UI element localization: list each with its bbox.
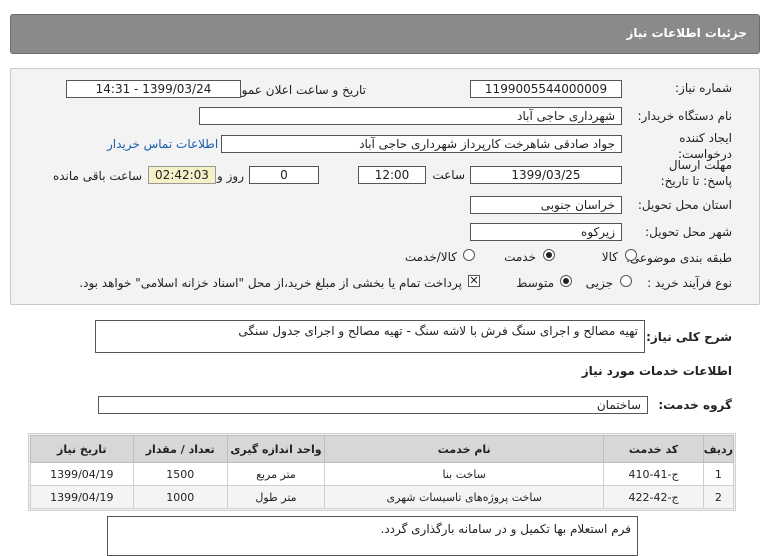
category-radio-goods-service[interactable]: [463, 249, 475, 261]
process-label: نوع فرآیند خرید :: [647, 276, 732, 290]
column-header-code: کد خدمت: [603, 435, 704, 463]
city-field[interactable]: زیرکوه: [470, 223, 622, 241]
category-option-goods: کالا: [601, 250, 618, 264]
need-number-label: شماره نیاز:: [675, 81, 732, 95]
announce-field[interactable]: 1399/03/24 - 14:31: [66, 80, 241, 98]
row-number: 2: [702, 485, 735, 509]
time-label: ساعت: [432, 168, 465, 182]
process-radio-minor[interactable]: [620, 275, 632, 287]
remaining-time-field: 02:42:03: [148, 166, 216, 184]
days-label: روز و: [217, 169, 244, 183]
service-date: 1399/04/19: [30, 485, 134, 509]
announce-label: تاریخ و ساعت اعلان عمومی:: [221, 83, 366, 97]
remaining-label: ساعت باقی مانده: [52, 169, 142, 183]
days-field[interactable]: 0: [249, 166, 319, 184]
buyer-contact-link[interactable]: اطلاعات تماس خریدار: [107, 137, 218, 151]
city-label: شهر محل تحویل:: [645, 225, 732, 239]
process-option-medium: متوسط: [516, 276, 554, 290]
deadline-time-field[interactable]: 12:00: [358, 166, 426, 184]
service-group-field[interactable]: ساختمان: [98, 396, 648, 414]
province-field[interactable]: خراسان جنوبی: [470, 196, 622, 214]
treasury-checkbox[interactable]: ✕: [468, 275, 480, 287]
need-number-field[interactable]: 1199005544000009: [470, 80, 622, 98]
column-header-qty: تعداد / مقدار: [132, 435, 228, 463]
payment-note: پرداخت تمام یا بخشی از مبلغ خرید،از محل …: [79, 276, 462, 290]
deadline-label: مهلت ارسال پاسخ: تا تاریخ:: [660, 158, 732, 188]
table-row: 1 ج-41-410 ساخت بنا متر مربع 1500 1399/0…: [30, 462, 735, 486]
column-header-unit: واحد اندازه گیری: [226, 435, 326, 463]
service-name: ساخت پروژه‌های تاسیسات شهری: [324, 485, 605, 509]
service-group-label: گروه خدمت:: [658, 398, 732, 412]
description-field[interactable]: تهیه مصالح و اجرای سنگ فرش با لاشه سنگ -…: [95, 320, 645, 353]
services-table: ردیف کد خدمت نام خدمت واحد اندازه گیری ت…: [30, 435, 735, 509]
category-option-service: خدمت: [504, 250, 536, 264]
province-label: استان محل تحویل:: [637, 198, 732, 212]
column-header-date: تاریخ نیاز: [30, 435, 134, 463]
buyer-notes-field[interactable]: فرم استعلام بها تکمیل و در سامانه بارگذا…: [107, 516, 638, 556]
buyer-org-label: نام دستگاه خریدار:: [637, 109, 733, 123]
service-code: ج-42-422: [603, 485, 704, 509]
table-row: 2 ج-42-422 ساخت پروژه‌های تاسیسات شهری م…: [30, 485, 735, 509]
creator-field[interactable]: جواد صادقی شاهرخت کارپرداز شهرداری حاجی …: [221, 135, 622, 153]
category-option-goods-service: کالا/خدمت: [404, 250, 457, 264]
category-radio-service[interactable]: [543, 249, 555, 261]
page-header: جزئیات اطلاعات نیاز: [10, 14, 760, 54]
category-radio-goods[interactable]: [625, 249, 637, 261]
row-number: 1: [702, 462, 735, 486]
service-unit: متر مربع: [226, 462, 326, 486]
page-title: جزئیات اطلاعات نیاز: [626, 26, 747, 40]
services-section-title: اطلاعات خدمات مورد نیاز: [581, 364, 732, 378]
service-date: 1399/04/19: [30, 462, 134, 486]
service-qty: 1500: [132, 462, 228, 486]
process-option-minor: جزیی: [585, 276, 613, 290]
service-unit: متر طول: [226, 485, 326, 509]
column-header-row: ردیف: [702, 435, 735, 463]
buyer-org-field[interactable]: شهرداری حاجی آباد: [199, 107, 622, 125]
deadline-date-field[interactable]: 1399/03/25: [470, 166, 622, 184]
services-table-container: ردیف کد خدمت نام خدمت واحد اندازه گیری ت…: [28, 433, 736, 511]
process-radio-medium[interactable]: [560, 275, 572, 287]
column-header-name: نام خدمت: [324, 435, 605, 463]
category-label: طبقه بندی موضوعی:: [625, 251, 732, 265]
service-name: ساخت بنا: [324, 462, 605, 486]
service-qty: 1000: [132, 485, 228, 509]
description-label: شرح کلی نیاز:: [646, 330, 732, 344]
service-code: ج-41-410: [603, 462, 704, 486]
